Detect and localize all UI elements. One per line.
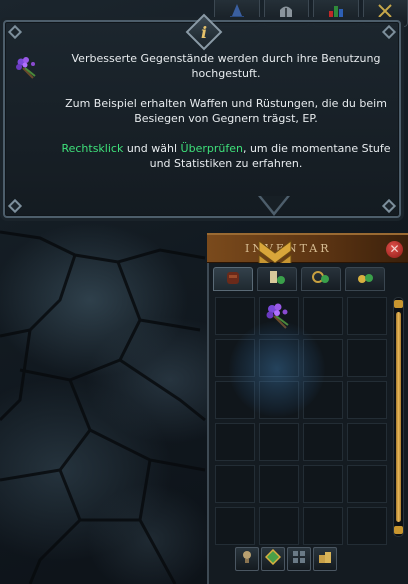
- scroll-potion-icon: [267, 268, 287, 290]
- flower-bouquet-icon: [260, 303, 298, 338]
- inventory-slot[interactable]: [303, 465, 343, 503]
- corner-ornament: [7, 24, 23, 40]
- scrollbar-thumb[interactable]: [396, 312, 401, 522]
- inventory-slot[interactable]: [347, 381, 387, 419]
- tooltip-line-3: Rechtsklick und wähl Überprüfen, um die …: [57, 141, 395, 171]
- inventory-tab-2[interactable]: [257, 267, 297, 291]
- scroll-cap-top: [394, 300, 403, 308]
- tooltip-pointer-inner: [261, 196, 287, 212]
- inventory-slot[interactable]: [303, 381, 343, 419]
- inventory-slot[interactable]: [347, 423, 387, 461]
- inventory-slot[interactable]: [259, 297, 299, 335]
- inventory-tab-4[interactable]: [345, 267, 385, 291]
- gem-icon: [264, 548, 282, 569]
- inventory-tab-1[interactable]: [213, 267, 253, 291]
- examine-keyword: Überprüfen: [180, 142, 243, 155]
- bottom-button-1[interactable]: [235, 547, 259, 571]
- bottom-button-3[interactable]: [287, 547, 311, 571]
- trophy-icon: [239, 549, 255, 569]
- backpack-icon: [223, 268, 243, 290]
- inventory-slot[interactable]: [259, 423, 299, 461]
- scroll-cap-bottom: [394, 526, 403, 534]
- inventory-header[interactable]: INVENTAR ✕: [207, 233, 408, 263]
- inventory-slot[interactable]: [303, 339, 343, 377]
- inventory-slot[interactable]: [347, 507, 387, 545]
- inventory-slot[interactable]: [303, 423, 343, 461]
- grid-icon: [291, 549, 307, 569]
- inventory-slot[interactable]: [259, 465, 299, 503]
- inventory-tab-3[interactable]: [301, 267, 341, 291]
- info-icon: i: [200, 22, 208, 42]
- gear-potion-icon: [311, 268, 331, 290]
- inventory-slot[interactable]: [215, 381, 255, 419]
- inventory-body: [207, 263, 408, 584]
- corner-ornament: [381, 24, 397, 40]
- inventory-slot[interactable]: [215, 423, 255, 461]
- inventory-slot[interactable]: [347, 297, 387, 335]
- bottom-button-4[interactable]: [313, 547, 337, 571]
- inventory-slot[interactable]: [259, 381, 299, 419]
- flower-bouquet-icon: [13, 54, 41, 82]
- inventory-bottom-bar: [235, 547, 337, 571]
- tooltip-text: Verbesserte Gegenstände werden durch ihr…: [57, 51, 395, 186]
- coins-icon: [317, 549, 333, 569]
- inventory-panel: INVENTAR ✕: [207, 233, 408, 584]
- right-click-keyword: Rechtsklick: [61, 142, 124, 155]
- inventory-slot[interactable]: [259, 507, 299, 545]
- corner-ornament: [7, 198, 23, 214]
- corner-ornament: [381, 198, 397, 214]
- scrollbar[interactable]: [393, 297, 404, 537]
- tooltip-line-1: Verbesserte Gegenstände werden durch ihr…: [71, 52, 381, 80]
- inventory-slot[interactable]: [215, 507, 255, 545]
- tooltip-line-2: Zum Beispiel erhalten Waffen und Rüstung…: [65, 97, 387, 125]
- tooltip-panel: i Verbesserte Gegenstände werden durch i…: [3, 13, 401, 218]
- inventory-slot[interactable]: [215, 297, 255, 335]
- inventory-slot[interactable]: [215, 339, 255, 377]
- inventory-slot[interactable]: [347, 465, 387, 503]
- inventory-slot[interactable]: [347, 339, 387, 377]
- tooltip-line-3-text-a: und wähl: [123, 142, 181, 155]
- inventory-tabs: [213, 267, 385, 291]
- bottom-button-2[interactable]: [261, 547, 285, 571]
- info-badge: i: [185, 13, 223, 51]
- inventory-grid: [215, 297, 387, 545]
- gold-potion-icon: [355, 268, 375, 290]
- inventory-slot[interactable]: [259, 339, 299, 377]
- close-button[interactable]: ✕: [386, 241, 403, 258]
- inventory-slot[interactable]: [215, 465, 255, 503]
- inventory-slot[interactable]: [303, 507, 343, 545]
- inventory-slot[interactable]: [303, 297, 343, 335]
